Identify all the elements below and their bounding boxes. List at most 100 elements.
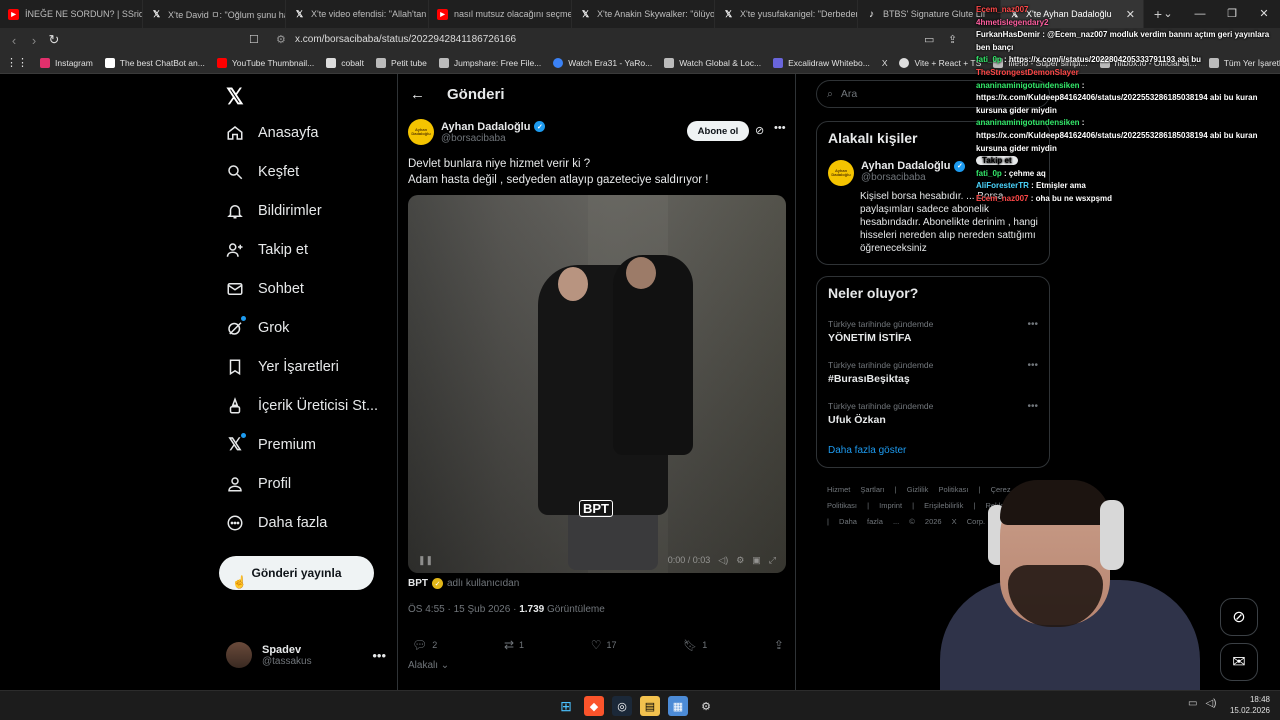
browser-tab[interactable]: ▶ nasıl mutsuz olacağını seçmen [429, 0, 572, 28]
bookmark-item[interactable]: The best ChatBot an... [99, 57, 211, 68]
creator-studio-icon [226, 397, 244, 415]
author-name[interactable]: Ayhan Dadaloğlu [441, 121, 530, 133]
reply-button[interactable]: 💬︎ 2 [412, 638, 437, 652]
share-icon: ⇪ [773, 638, 784, 652]
nav-grok[interactable]: Grok [226, 316, 289, 337]
network-icon[interactable]: ▭ [1188, 698, 1197, 709]
site-info-icon[interactable]: ⚙ [276, 33, 286, 46]
related-dropdown[interactable]: Alakalı ⌄ [408, 660, 449, 671]
x-icon: 𝕏 [581, 8, 590, 19]
bookmark-item[interactable]: Instagram [34, 57, 99, 68]
browser-tab[interactable]: ▶İNEĞE NE SORDUN? | SSriders [0, 0, 143, 28]
video-player[interactable]: BPT ❚❚ 0:00 / 0:03 ◁) ⚙ ▣ ⤢ [408, 195, 786, 573]
folder-icon [438, 57, 449, 68]
bookmark-button[interactable]: 🔖︎ 1 [683, 638, 707, 652]
more-icon[interactable]: ••• [1027, 319, 1038, 330]
trend-item[interactable]: Türkiye tarihinde gündemde Ufuk Özkan ••… [828, 401, 1038, 426]
more-icon[interactable]: ••• [1027, 360, 1038, 371]
person-avatar[interactable]: Ayhan Dadaloğlu [828, 160, 854, 186]
volume-icon[interactable]: ◁) [718, 555, 728, 566]
globe-icon [553, 57, 564, 68]
chat-message: ananinaminigotundensiken : https://x.com… [976, 80, 1258, 115]
card-title: Neler oluyor? [828, 285, 919, 301]
bookmark-icon [226, 358, 244, 376]
pause-icon[interactable]: ❚❚ [418, 555, 433, 566]
steam-icon[interactable]: ◎ [612, 696, 632, 716]
back-arrow-icon[interactable]: ← [410, 86, 425, 103]
browser-tab[interactable]: 𝕏 X'te video efendisi: "Allah'tan [286, 0, 429, 28]
nav-bookmarks[interactable]: Yer İşaretleri [226, 358, 339, 376]
bookmark-star-icon[interactable]: ☐ [249, 33, 259, 46]
nav-chat[interactable]: Sohbet [226, 280, 304, 298]
subscribe-button[interactable]: Abone ol [687, 121, 749, 141]
search-icon [226, 163, 244, 181]
nav-home[interactable]: Anasayfa [226, 124, 318, 142]
nav-follow[interactable]: Takip et [226, 241, 308, 259]
more-icon[interactable]: ••• [372, 648, 386, 663]
nav-explore[interactable]: Keşfet [226, 163, 299, 181]
chat-message: Ecem_naz007 [976, 5, 1029, 14]
chat-message: ananinaminigotundensiken : https://x.com… [976, 118, 1258, 153]
nav-notifications[interactable]: Bildirimler [226, 202, 322, 220]
nav-creator-studio[interactable]: İçerik Üreticisi St... [226, 397, 378, 415]
view-label: Görüntüleme [547, 604, 605, 615]
x-logo-icon[interactable]: 𝕏 [226, 84, 244, 110]
url-field[interactable]: x.com/borsacibaba/status/202294284118672… [295, 34, 516, 45]
nav-profile[interactable]: Profil [226, 475, 291, 493]
system-tray: ▭ ◁) [1188, 698, 1216, 709]
trend-item[interactable]: Türkiye tarihinde gündemde YÖNETİM İSTİF… [828, 319, 1038, 344]
messages-float-button[interactable]: ✉ [1220, 643, 1258, 681]
source-name[interactable]: BPT [408, 578, 428, 589]
browser-tab[interactable]: 𝕏 X'te Anakin Skywalker: "ölüyo [572, 0, 715, 28]
windows-start-icon[interactable]: ⊞ [556, 696, 576, 716]
file-explorer-icon[interactable]: ▤ [640, 696, 660, 716]
nav-more[interactable]: Daha fazla [226, 514, 327, 532]
settings-icon[interactable]: ⚙ [696, 696, 716, 716]
fullscreen-icon[interactable]: ⤢ [769, 555, 776, 566]
nav-premium[interactable]: 𝕏 Premium [226, 433, 316, 454]
photos-icon[interactable]: ▦ [668, 696, 688, 716]
like-button[interactable]: ♡ 17 [591, 638, 617, 652]
bookmark-item[interactable]: Watch Global & Loc... [658, 57, 767, 68]
bookmark-item[interactable]: X [876, 58, 894, 68]
bookmark-item[interactable]: cobalt [320, 57, 370, 68]
bookmark-item[interactable]: Watch Era31 - YaRo... [547, 57, 658, 68]
brave-browser-icon[interactable]: ◆ [584, 696, 604, 716]
pip-icon[interactable]: ▣ [752, 555, 761, 566]
grok-icon[interactable]: ⊘ [755, 124, 764, 137]
account-switcher[interactable]: Spadev @tassakus ••• [226, 642, 386, 668]
bookmark-item[interactable]: Vite + React + TS [893, 57, 987, 68]
forward-icon[interactable]: › [24, 33, 44, 48]
volume-icon[interactable]: ◁) [1205, 698, 1216, 709]
system-clock[interactable]: 18:48 15.02.2026 [1226, 694, 1270, 716]
share-button[interactable]: ⇪ [774, 638, 784, 652]
related-person[interactable]: Ayhan Dadaloğlu Ayhan Dadaloğlu ✓ @borsac… [828, 160, 966, 186]
post-timestamp[interactable]: ÖS 4:55 · 15 Şub 2026 · [408, 604, 516, 615]
post-author[interactable]: Ayhan Dadaloğlu Ayhan Dadaloğlu ✓ @borsac… [408, 119, 546, 145]
more-icon[interactable]: ••• [774, 122, 786, 134]
repost-button[interactable]: ⇄ 1 [504, 638, 524, 652]
reload-icon[interactable]: ↻ [44, 32, 64, 48]
chat-message: FurkanHasDemir : @Ecem_naz007 modluk ver… [976, 30, 1270, 52]
settings-icon[interactable]: ⚙ [736, 555, 744, 566]
apps-icon[interactable]: ⋮⋮ [0, 56, 34, 69]
bookmark-item[interactable]: Jumpshare: Free File... [433, 57, 547, 68]
person-name[interactable]: Ayhan Dadaloğlu [861, 160, 950, 172]
share-icon[interactable]: ⇪ [948, 33, 957, 46]
grok-float-button[interactable]: ⊘ [1220, 598, 1258, 636]
browser-tab[interactable]: 𝕏 X'te David ㅁ: "Oğlum şunu ha [143, 0, 286, 28]
chatbot-icon [104, 57, 115, 68]
person-handle[interactable]: @borsacibaba [861, 172, 965, 183]
back-icon[interactable]: ‹ [4, 33, 24, 48]
more-icon[interactable]: ••• [1027, 401, 1038, 412]
grok-icon: ⊘ [1232, 609, 1246, 626]
show-more-link[interactable]: Daha fazla göster [828, 445, 906, 456]
browser-tab[interactable]: 𝕏 X'te yusufakanigel: "Derbeder [715, 0, 858, 28]
bookmark-item[interactable]: Excalidraw Whitebo... [767, 57, 876, 68]
author-avatar[interactable]: Ayhan Dadaloğlu [408, 119, 434, 145]
bookmark-item[interactable]: YouTube Thumbnail... [211, 57, 320, 68]
cast-icon[interactable]: ▭ [924, 33, 934, 46]
author-handle[interactable]: @borsacibaba [441, 133, 545, 144]
trend-item[interactable]: Türkiye tarihinde gündemde #BurasıBeşikt… [828, 360, 1038, 385]
bookmark-item[interactable]: Petit tube [370, 57, 433, 68]
